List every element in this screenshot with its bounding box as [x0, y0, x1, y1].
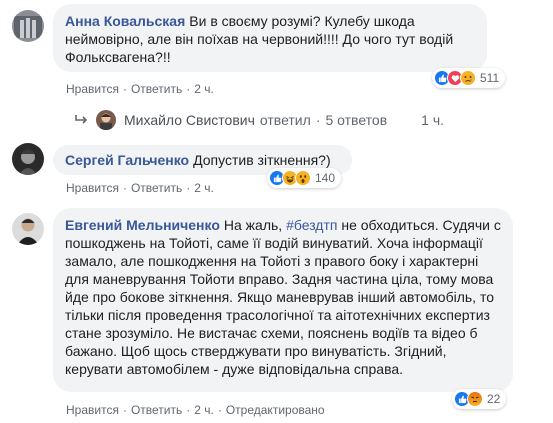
reaction-count: 140 — [315, 171, 336, 185]
reply-link[interactable]: Ответить — [131, 82, 182, 96]
separator-dot: · — [315, 112, 321, 128]
reply-count: 5 ответов — [325, 112, 388, 128]
separator-dot: · — [122, 403, 127, 417]
reply-avatar — [96, 110, 116, 130]
view-replies-link[interactable]: Михайло Свистович ответил · 5 ответов 1 … — [74, 110, 444, 130]
comment-text-after: не обходиться. Судячи с пошкоджень на То… — [65, 217, 501, 377]
like-link[interactable]: Нравится — [66, 181, 119, 195]
reply-arrow-icon — [74, 114, 88, 126]
like-link[interactable]: Нравится — [66, 403, 119, 417]
reply-link[interactable]: Ответить — [131, 403, 182, 417]
sad-icon — [460, 70, 476, 86]
hashtag-link[interactable]: #бездтп — [286, 217, 337, 233]
comment-text-before: На жаль, — [223, 217, 287, 233]
separator-dot: · — [186, 82, 191, 96]
comment-text: Допустив зіткнення?) — [193, 152, 331, 168]
separator-dot: · — [186, 181, 191, 195]
reaction-count: 511 — [480, 71, 500, 85]
angry-icon — [467, 391, 483, 407]
comment-bubble: Евгений Мельниченко На жаль, #бездтп не о… — [53, 208, 513, 392]
timestamp[interactable]: 2 ч. — [194, 82, 214, 96]
comment-actions: Нравится · Ответить · 2 ч. — [66, 181, 214, 195]
reply-verb: ответил — [259, 112, 311, 128]
comment-author[interactable]: Анна Ковальская — [65, 13, 185, 29]
separator-dot: · — [186, 403, 191, 417]
reply-time: 1 ч. — [421, 112, 444, 128]
avatar[interactable] — [12, 213, 44, 245]
avatar[interactable] — [12, 10, 44, 42]
avatar[interactable] — [12, 143, 44, 175]
edited-label: Отредактировано — [225, 403, 325, 417]
reactions-summary[interactable]: 22 — [452, 389, 507, 409]
wow-icon — [295, 170, 311, 186]
reaction-count: 22 — [487, 392, 501, 406]
comment-author[interactable]: Сергей Гальченко — [65, 152, 189, 168]
comment-author[interactable]: Евгений Мельниченко — [65, 217, 220, 233]
separator-dot: · — [122, 82, 127, 96]
comment-actions: Нравится · Ответить · 2 ч. — [66, 82, 214, 96]
separator-dot: · — [122, 181, 127, 195]
timestamp[interactable]: 2 ч. — [194, 403, 214, 417]
comment-bubble: Анна Ковальская Ви в своєму розумі? Кулеб… — [53, 4, 487, 72]
timestamp[interactable]: 2 ч. — [194, 181, 214, 195]
comment-actions: Нравится · Ответить · 2 ч. · Отредактировано — [66, 403, 325, 417]
reply-link[interactable]: Ответить — [131, 181, 182, 195]
reply-author-name: Михайло Свистович — [124, 112, 255, 128]
like-link[interactable]: Нравится — [66, 82, 119, 96]
reactions-summary[interactable]: 140 — [267, 168, 342, 188]
separator-dot: · — [217, 403, 222, 417]
reactions-summary[interactable]: 511 — [432, 68, 506, 88]
